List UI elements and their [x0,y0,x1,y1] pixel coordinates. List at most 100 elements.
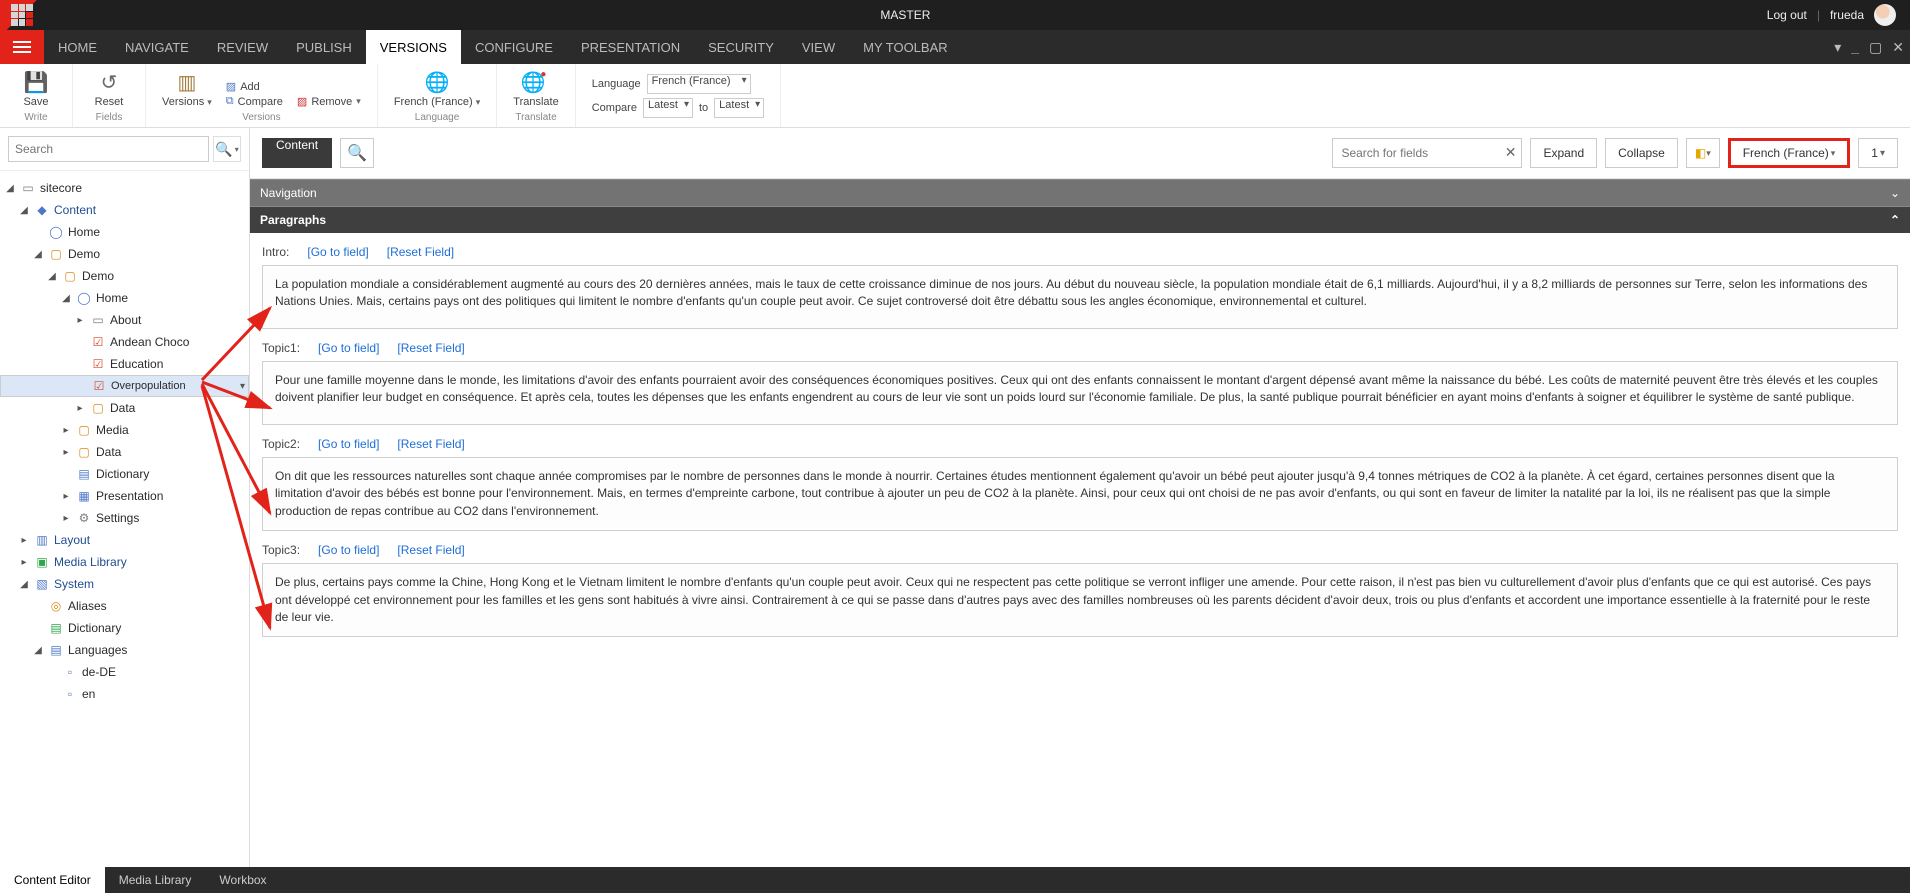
tree-node-settings[interactable]: ▸⚙Settings [0,507,249,529]
logout-link[interactable]: Log out [1767,8,1807,22]
reset-field-link[interactable]: [Reset Field] [397,437,464,451]
username-link[interactable]: frueda [1830,8,1864,22]
add-version-button[interactable]: ▨ Add [226,80,283,93]
reset-button[interactable]: ↺ Reset [89,70,129,108]
hamburger-menu[interactable] [0,30,44,64]
collapse-icon[interactable]: ◢ [4,183,16,194]
expand-icon[interactable]: ▸ [60,447,72,458]
tree-node-content[interactable]: ◢◆Content [0,199,249,221]
tree-node-data[interactable]: ▸▢Data [0,441,249,463]
tree-node-data[interactable]: ▸▢Data [0,397,249,419]
collapse-icon[interactable]: ◢ [46,271,58,282]
tree-node-media[interactable]: ▸▢Media [0,419,249,441]
bottom-tab-content-editor[interactable]: Content Editor [0,867,105,893]
field-value[interactable]: Pour une famille moyenne dans le monde, … [262,361,1898,425]
content-search-button[interactable]: 🔍 [340,138,374,168]
sidebar: 🔍 ▾ ◢▭sitecore◢◆Content◯Home◢▢Demo◢▢Demo… [0,128,250,867]
tree-node-overpopulation[interactable]: ☑Overpopulation [0,375,249,397]
translate-button[interactable]: 🌐● Translate [513,70,558,108]
globe-icon: ◯ [48,224,64,240]
tree-node-sitecore[interactable]: ◢▭sitecore [0,177,249,199]
expand-icon[interactable]: ▸ [74,315,86,326]
tree-node-education[interactable]: ☑Education [0,353,249,375]
section-navigation[interactable]: Navigation ⌄ [250,179,1910,206]
maximize-icon[interactable]: ▢ [1869,39,1882,56]
tree-node-media-library[interactable]: ▸▣Media Library [0,551,249,573]
collapse-button[interactable]: Collapse [1605,138,1678,168]
avatar[interactable] [1874,4,1896,26]
expand-icon[interactable]: ▸ [60,425,72,436]
menu-tab-view[interactable]: VIEW [788,30,849,64]
collapse-icon[interactable]: ◢ [18,205,30,216]
close-icon[interactable]: ✕ [1892,39,1904,56]
tree-node-andean-choco[interactable]: ☑Andean Choco [0,331,249,353]
menu-tab-presentation[interactable]: PRESENTATION [567,30,694,64]
chevron-down-icon[interactable]: ▾ [1834,39,1841,56]
tree-node-en[interactable]: ▫en [0,683,249,705]
go-to-field-link[interactable]: [Go to field] [318,437,379,451]
tree-node-dictionary[interactable]: ▤Dictionary [0,617,249,639]
compare-version-button[interactable]: ⧉ Compare [226,95,283,108]
menu-tab-navigate[interactable]: NAVIGATE [111,30,203,64]
field-search-input[interactable] [1332,138,1522,168]
menu-tab-configure[interactable]: CONFIGURE [461,30,567,64]
tree-node-about[interactable]: ▸▭About [0,309,249,331]
validation-button[interactable]: ◧ ▾ [1686,138,1720,168]
menu-tab-security[interactable]: SECURITY [694,30,788,64]
bottom-tab-media-library[interactable]: Media Library [105,867,206,893]
reset-field-link[interactable]: [Reset Field] [387,245,454,259]
field-value[interactable]: De plus, certains pays comme la Chine, H… [262,563,1898,637]
collapse-icon[interactable]: ◢ [60,293,72,304]
field-value[interactable]: On dit que les ressources naturelles son… [262,457,1898,531]
collapse-icon[interactable]: ◢ [32,249,44,260]
go-to-field-link[interactable]: [Go to field] [318,543,379,557]
tree-node-home[interactable]: ◯Home [0,221,249,243]
tree-node-home[interactable]: ◢◯Home [0,287,249,309]
go-to-field-link[interactable]: [Go to field] [307,245,368,259]
content-version-picker[interactable]: 1▾ [1858,138,1898,168]
field-value[interactable]: La population mondiale a considérablemen… [262,265,1898,329]
language-button[interactable]: 🌐 French (France) ▾ [394,70,480,108]
menu-tab-versions[interactable]: VERSIONS [366,30,461,64]
expand-button[interactable]: Expand [1530,138,1597,168]
tree-node-layout[interactable]: ▸▥Layout [0,529,249,551]
collapse-icon[interactable]: ◢ [32,645,44,656]
tree-node-de-de[interactable]: ▫de-DE [0,661,249,683]
menu-tab-publish[interactable]: PUBLISH [282,30,366,64]
content-tab[interactable]: Content [262,138,332,168]
menu-tab-home[interactable]: HOME [44,30,111,64]
go-to-field-link[interactable]: [Go to field] [318,341,379,355]
reset-field-link[interactable]: [Reset Field] [397,341,464,355]
tree-node-demo[interactable]: ◢▢Demo [0,243,249,265]
tree-node-demo[interactable]: ◢▢Demo [0,265,249,287]
collapse-icon[interactable]: ◢ [18,579,30,590]
menu-tab-my-toolbar[interactable]: MY TOOLBAR [849,30,962,64]
compare-to-select[interactable]: Latest [714,98,764,118]
tree-node-system[interactable]: ◢▧System [0,573,249,595]
tree-node-aliases[interactable]: ◎Aliases [0,595,249,617]
save-button[interactable]: 💾 Save [16,70,56,108]
expand-icon[interactable]: ▸ [60,491,72,502]
minimize-icon[interactable]: _ [1851,39,1859,56]
versions-button[interactable]: ▥ Versions ▾ [162,70,212,108]
tree-label: Presentation [96,489,163,503]
section-paragraphs[interactable]: Paragraphs ⌃ [250,206,1910,233]
reset-field-link[interactable]: [Reset Field] [397,543,464,557]
tree-node-dictionary[interactable]: ▤Dictionary [0,463,249,485]
menu-tab-review[interactable]: REVIEW [203,30,282,64]
expand-icon[interactable]: ▸ [18,535,30,546]
tree-search-input[interactable] [8,136,209,162]
tree-label: Home [96,291,128,305]
language-select[interactable]: French (France) [647,74,751,94]
bottom-tab-workbox[interactable]: Workbox [205,867,280,893]
tree-node-presentation[interactable]: ▸▦Presentation [0,485,249,507]
search-button[interactable]: 🔍 ▾ [213,136,241,162]
clear-search-icon[interactable]: ✕ [1505,144,1517,161]
content-language-picker[interactable]: French (France)▾ [1728,138,1851,168]
expand-icon[interactable]: ▸ [60,513,72,524]
remove-version-button[interactable]: ▨Remove▾ [297,95,361,108]
tree-node-languages[interactable]: ◢▤Languages [0,639,249,661]
expand-icon[interactable]: ▸ [18,557,30,568]
expand-icon[interactable]: ▸ [74,403,86,414]
compare-from-select[interactable]: Latest [643,98,693,118]
